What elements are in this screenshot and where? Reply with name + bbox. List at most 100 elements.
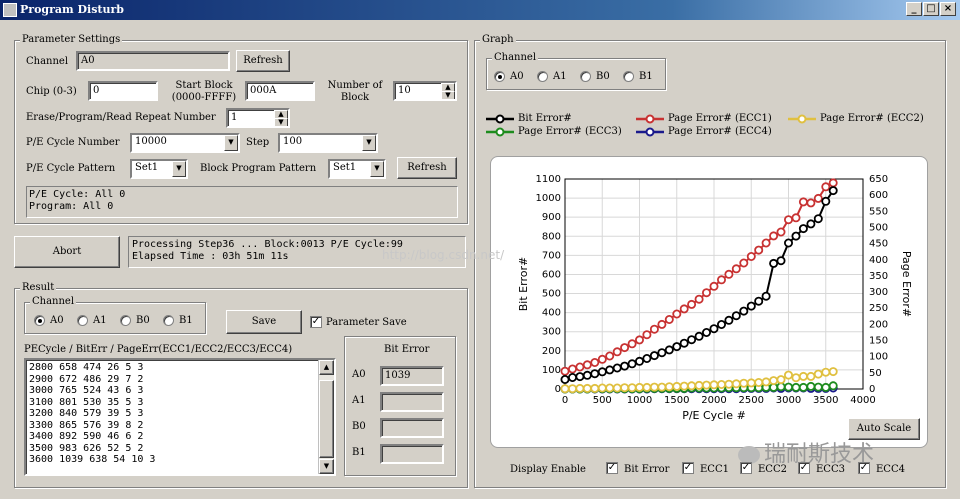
graph-channel-radio-a1[interactable] [537, 71, 548, 82]
result-list[interactable]: 2800 658 474 26 5 3 2900 672 486 29 7 2 30… [24, 358, 336, 476]
data-point [739, 378, 749, 388]
result-channel-radio-a1[interactable] [77, 315, 88, 326]
display-enable-checkbox[interactable]: ✓ [798, 462, 810, 474]
data-point [791, 373, 801, 383]
result-list-scrollbar[interactable]: ▲ ▼ [318, 360, 334, 474]
minimize-button[interactable]: _ [906, 2, 922, 16]
data-point [605, 351, 615, 361]
data-point [828, 367, 838, 377]
data-point [679, 338, 689, 348]
save-button[interactable]: Save [226, 310, 302, 334]
data-point [597, 383, 607, 393]
y2-tick-label: 600 [869, 190, 888, 201]
y-tick-label: 1100 [536, 174, 561, 185]
data-point [642, 353, 652, 363]
result-channel-label: Channel [30, 296, 77, 308]
data-point [634, 356, 644, 366]
data-point [776, 375, 786, 385]
chart-svg: 0 500 1000 1500 2000 2500 3000 3500 400001002003… [517, 174, 913, 422]
bit-error-channel-label: B0 [352, 421, 366, 432]
display-enable-item-label: ECC2 [758, 464, 787, 475]
graph-channel-radio-a0[interactable] [494, 71, 505, 82]
spin-down-icon[interactable]: ▼ [274, 118, 288, 126]
pattern-status-line1: P/E Cycle: All 0 [29, 189, 126, 200]
data-point [694, 380, 704, 390]
repeat-spinner[interactable]: 1 ▲ ▼ [226, 108, 290, 128]
data-point [783, 215, 793, 225]
data-point [649, 351, 659, 361]
start-block-input[interactable]: 000A [245, 81, 315, 101]
pattern-refresh-button[interactable]: Refresh [397, 157, 457, 179]
data-point [627, 359, 637, 369]
abort-button[interactable]: Abort [14, 236, 120, 268]
display-enable-checkbox[interactable]: ✓ [858, 462, 870, 474]
chip-input[interactable]: 0 [88, 81, 158, 101]
data-point [739, 306, 749, 316]
chevron-down-icon[interactable]: ▼ [370, 161, 384, 177]
data-point [575, 383, 585, 393]
graph-channel-label: Channel [492, 52, 539, 64]
pe-cycle-pattern-select[interactable]: Set1 ▼ [130, 159, 188, 179]
data-point [806, 371, 816, 381]
bit-error-channel-label: B1 [352, 447, 366, 458]
legend-swatch [486, 113, 514, 125]
display-enable-item-label: ECC1 [700, 464, 729, 475]
scroll-thumb[interactable] [319, 380, 334, 458]
refresh-button[interactable]: Refresh [236, 50, 290, 72]
data-point [798, 224, 808, 234]
data-point [642, 330, 652, 340]
data-point [634, 382, 644, 392]
maximize-button[interactable]: □ [923, 2, 939, 16]
data-point [731, 379, 741, 389]
data-point [575, 372, 585, 382]
data-point [813, 214, 823, 224]
graph-channel-radio-b1[interactable] [623, 71, 634, 82]
data-point [746, 378, 756, 388]
number-of-block-spinner[interactable]: 10 ▲ ▼ [393, 81, 457, 101]
y-axis-label: Bit Error# [517, 257, 530, 311]
start-block-label: Start Block (0000-FFFF) [168, 80, 240, 104]
x-tick-label: 3500 [813, 395, 838, 406]
series-line [564, 182, 834, 373]
scroll-down-icon[interactable]: ▼ [319, 459, 334, 474]
y2-tick-label: 400 [869, 255, 888, 266]
chip-label: Chip (0-3) [26, 86, 77, 97]
display-enable-checkbox[interactable]: ✓ [682, 462, 694, 474]
data-point [605, 365, 615, 375]
data-point [709, 324, 719, 334]
scroll-up-icon[interactable]: ▲ [319, 360, 334, 375]
data-point [642, 382, 652, 392]
display-enable-checkbox[interactable]: ✓ [740, 462, 752, 474]
data-point [590, 383, 600, 393]
pe-cycle-number-select[interactable]: 10000 ▼ [130, 133, 240, 153]
parameter-save-checkbox[interactable]: ✓ [310, 316, 322, 328]
step-select[interactable]: 100 ▼ [278, 133, 378, 153]
data-point [754, 245, 764, 255]
table-row: 3300 865 576 39 8 2 [29, 419, 144, 431]
data-point [590, 357, 600, 367]
data-point [575, 362, 585, 372]
display-enable-checkbox[interactable]: ✓ [606, 462, 618, 474]
y2-tick-label: 250 [869, 303, 888, 314]
result-channel-radio-a0[interactable] [34, 315, 45, 326]
result-channel-radio-b0[interactable] [120, 315, 131, 326]
data-point [709, 281, 719, 291]
data-point [806, 219, 816, 229]
parameter-settings-label: Parameter Settings [20, 34, 123, 46]
legend-label: Page Error# (ECC2) [820, 113, 924, 124]
legend-swatch [636, 113, 664, 125]
table-row: 3100 801 530 35 5 3 [29, 396, 144, 408]
graph-channel-radio-b0[interactable] [580, 71, 591, 82]
close-button[interactable]: × [940, 2, 956, 16]
chevron-down-icon[interactable]: ▼ [172, 161, 186, 177]
data-point [620, 343, 630, 353]
chart-panel: 0 500 1000 1500 2000 2500 3000 3500 4000 0 100 200 3… [490, 156, 928, 448]
chevron-down-icon[interactable]: ▼ [362, 135, 376, 151]
block-program-pattern-select[interactable]: Set1 ▼ [328, 159, 386, 179]
data-point [687, 299, 697, 309]
result-rows: 2800 658 474 26 5 3 2900 672 486 29 7 2 30… [29, 362, 331, 466]
spin-down-icon[interactable]: ▼ [441, 91, 455, 99]
result-channel-radio-b1[interactable] [163, 315, 174, 326]
table-row: 3500 983 626 52 5 2 [29, 442, 144, 454]
chevron-down-icon[interactable]: ▼ [224, 135, 238, 151]
